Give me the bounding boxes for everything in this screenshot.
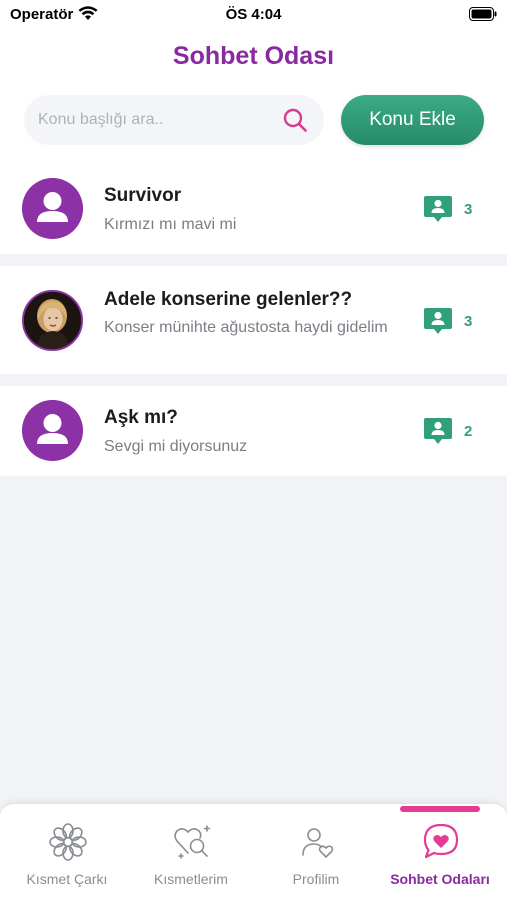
tab-label: Kısmetlerim (154, 871, 228, 887)
add-topic-button[interactable]: Konu Ekle (341, 95, 484, 145)
topic-title: Survivor (104, 185, 182, 206)
topic-description: Sevgi mi diyorsunuz (104, 438, 248, 455)
search-icon[interactable] (282, 107, 308, 133)
tab-bar: Kısmet Çarkı Kısmetlerim Profilim Sohbet… (0, 803, 507, 900)
topic-description: Kırmızı mı mavi mi (104, 216, 237, 233)
tab-label: Kısmet Çarkı (26, 871, 108, 887)
chat-heart-icon (423, 823, 459, 859)
search-box[interactable] (24, 95, 324, 145)
tab-label: Profilim (292, 871, 340, 887)
default-user-avatar (22, 400, 83, 461)
active-tab-indicator (400, 806, 480, 812)
tab-kismet-carki[interactable]: Kısmet Çarkı (4, 804, 130, 900)
member-count-group: 3 (423, 306, 493, 336)
tab-profilim[interactable]: Profilim (253, 804, 379, 900)
topic-item[interactable]: Survivor Kırmızı mı mavi mi 3 (0, 164, 507, 254)
topic-item[interactable]: Aşk mı? Sevgi mi diyorsunuz 2 (0, 386, 507, 476)
topic-title: Aşk mı? (104, 407, 178, 428)
profile-heart-icon (302, 828, 334, 859)
default-user-avatar (22, 178, 83, 239)
tab-label: Sohbet Odaları (390, 871, 490, 887)
header: Sohbet Odası Konu Ekle (0, 30, 507, 164)
topic-item[interactable]: Adele konserine gelenler?? Konser müniht… (0, 266, 507, 374)
photo-avatar (22, 290, 83, 351)
tab-sohbet-odalari[interactable]: Sohbet Odaları (377, 804, 503, 900)
flower-wheel-icon (49, 823, 87, 861)
topic-title: Adele konserine gelenler?? (104, 289, 353, 310)
member-count: 3 (464, 313, 473, 330)
heart-search-icon (174, 825, 211, 859)
search-input[interactable] (38, 95, 278, 145)
page-title: Sohbet Odası (172, 42, 335, 70)
chat-user-icon (424, 196, 452, 222)
battery-icon (469, 7, 497, 21)
member-count-group: 2 (423, 416, 493, 446)
tab-kismetlerim[interactable]: Kısmetlerim (128, 804, 254, 900)
member-count-group: 3 (423, 194, 493, 224)
chat-user-icon (424, 418, 452, 444)
topic-description: Konser münihte ağustosta haydi gidelim (104, 319, 388, 336)
status-bar: Operatör ÖS 4:04 (0, 0, 507, 30)
member-count: 3 (464, 201, 473, 218)
clock-label: ÖS 4:04 (225, 6, 282, 23)
chat-user-icon (424, 308, 452, 334)
member-count: 2 (464, 423, 473, 440)
